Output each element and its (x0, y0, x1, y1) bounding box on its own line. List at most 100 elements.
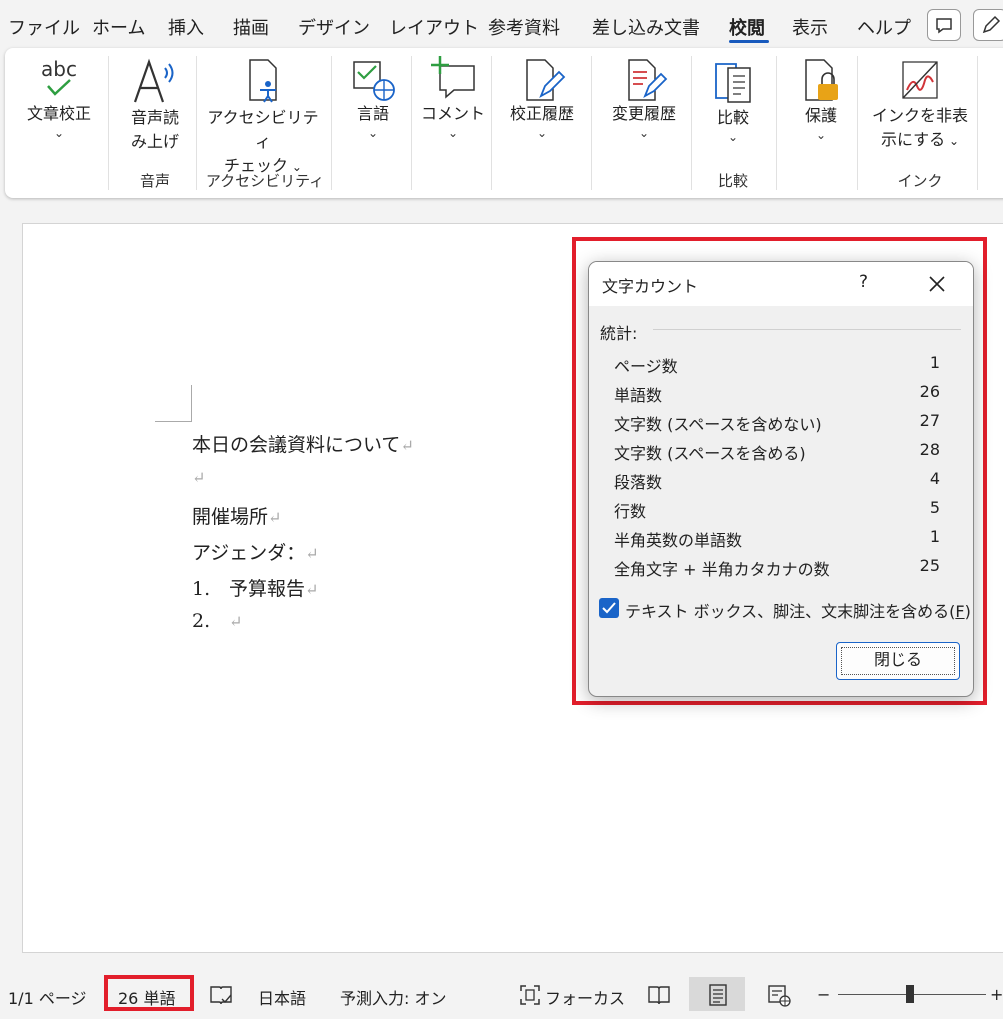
chevron-down-icon: ⌄ (447, 126, 459, 140)
spelling-label: 文章校正 (26, 104, 91, 123)
group-label-accessibility: アクセシビリティ (205, 172, 325, 190)
page-count[interactable]: 1/1 ページ (8, 985, 87, 1009)
ribbon-tabs: ファイル ホーム 挿入 描画 デザイン レイアウト 参考資料 差し込み文書 校閲… (0, 0, 1003, 48)
language-button[interactable]: 言語 ⌄ (337, 56, 409, 140)
include-textboxes-checkbox[interactable] (599, 598, 619, 618)
read-aloud-label-2: み上げ (130, 132, 179, 151)
tab-review[interactable]: 校閲 (729, 14, 765, 40)
tab-help[interactable]: ヘルプ (857, 14, 911, 40)
close-dialog-button[interactable]: 閉じる (836, 642, 960, 680)
tracking-label: 校正履歴 (509, 104, 574, 123)
new-comment-icon (431, 56, 475, 99)
hide-ink-icon (902, 61, 938, 99)
divider (857, 56, 858, 190)
protect-button[interactable]: 保護 ⌄ (782, 56, 860, 142)
tab-layout[interactable]: レイアウト (389, 14, 479, 40)
paragraph-mark: ↵ (192, 468, 206, 487)
word-count-dialog: 文字カウント ? 統計: ページ数 1 単語数 26 文字数 (スペースを含めない)… (588, 261, 974, 697)
accessibility-icon (249, 59, 277, 103)
comment-label: コメント (420, 104, 485, 123)
accessibility-check-button[interactable]: アクセシビリティ チェック ⌄ (201, 56, 325, 179)
group-label-compare: 比較 (717, 172, 748, 190)
tracking-button[interactable]: 校正履歴 ⌄ (499, 56, 585, 140)
close-icon[interactable] (927, 274, 947, 294)
language-icon (353, 61, 395, 101)
list-number: 2. (192, 610, 211, 632)
read-aloud-label-1: 音声読 (130, 108, 179, 127)
svg-text:abc: abc (41, 57, 77, 81)
chevron-down-icon: ⌄ (536, 126, 548, 140)
highlight-box-word-count (104, 975, 194, 1011)
print-layout-icon[interactable] (705, 983, 731, 1007)
tab-insert[interactable]: 挿入 (168, 14, 204, 40)
document-line[interactable]: アジェンダ：↵ (192, 538, 319, 565)
document-line[interactable]: 本日の会議資料について↵ (192, 430, 414, 457)
compare-button[interactable]: 比較 ⌄ (697, 58, 769, 144)
predictive-input-status[interactable]: 予測入力: オン (340, 985, 446, 1009)
include-textboxes-label[interactable]: テキスト ボックス、脚注、文末脚注を含める(F) (625, 598, 971, 622)
divider (331, 56, 332, 190)
list-item[interactable]: 2. ↵ (192, 610, 242, 632)
chevron-down-icon: ⌄ (815, 128, 827, 142)
stat-row-fullwidth-chars: 全角文字 + 半角カタカナの数 25 (614, 556, 940, 579)
divider (776, 56, 777, 190)
chevron-down-icon: ⌄ (53, 126, 65, 140)
comments-pane-button[interactable] (927, 9, 961, 41)
divider (591, 56, 592, 190)
ink-label-2: 示にする (880, 130, 946, 149)
tab-design[interactable]: デザイン (298, 14, 370, 40)
tab-home[interactable]: ホーム (92, 14, 145, 40)
language-label: 言語 (356, 104, 389, 123)
divider (977, 56, 978, 190)
stat-row-chars-with-spaces: 文字数 (スペースを含める) 28 (614, 440, 940, 463)
divider (411, 56, 412, 190)
changes-label: 変更履歴 (611, 104, 676, 123)
document-line[interactable]: 開催場所↵ (192, 502, 281, 529)
tab-mailings[interactable]: 差し込み文書 (592, 14, 700, 40)
ribbon: abc 文章校正 ⌄ 音声読 み上げ アクセシビリティ チェック ⌄ 言語 ⌄ … (5, 48, 1003, 198)
dialog-title-bar[interactable]: 文字カウント ? (589, 262, 973, 306)
divider (491, 56, 492, 190)
accessibility-label-1: アクセシビリティ (207, 108, 319, 151)
paragraph-mark: ↵ (268, 508, 282, 527)
paragraph-mark: ↵ (305, 580, 319, 599)
chevron-down-icon: ⌄ (638, 126, 650, 140)
tab-references[interactable]: 参考資料 (488, 14, 560, 40)
margin-crop-mark (155, 385, 192, 422)
accept-changes-icon (628, 59, 668, 101)
tab-view[interactable]: 表示 (792, 14, 828, 40)
spelling-button[interactable]: abc 文章校正 ⌄ (17, 56, 101, 140)
focus-icon[interactable] (518, 983, 542, 1007)
proofing-icon[interactable] (208, 983, 234, 1007)
focus-button[interactable]: フォーカス (545, 985, 625, 1009)
help-button[interactable]: ? (859, 272, 868, 292)
lock-icon (805, 59, 838, 101)
list-number: 1. (192, 578, 211, 600)
comment-icon (936, 18, 952, 34)
active-tab-indicator (729, 40, 769, 43)
tab-file[interactable]: ファイル (8, 14, 80, 40)
language-status[interactable]: 日本語 (258, 985, 306, 1009)
divider (108, 56, 109, 190)
read-mode-icon[interactable] (646, 983, 672, 1007)
list-item[interactable]: 1. 予算報告↵ (192, 574, 318, 601)
hide-ink-button[interactable]: インクを非表 示にする ⌄ (865, 56, 975, 153)
zoom-out-button[interactable]: − (817, 985, 830, 1004)
pencil-icon (982, 15, 1001, 34)
compare-label: 比較 (716, 108, 749, 127)
spellcheck-icon: abc (41, 57, 77, 96)
web-layout-icon[interactable] (766, 983, 792, 1007)
document-line[interactable]: ↵ (192, 466, 205, 488)
read-aloud-button[interactable]: 音声読 み上げ (117, 56, 193, 154)
changes-button[interactable]: 変更履歴 ⌄ (599, 56, 689, 140)
zoom-slider-thumb[interactable] (906, 985, 914, 1003)
read-aloud-icon (133, 58, 174, 103)
group-label-ink: インク (897, 172, 943, 190)
paragraph-mark: ↵ (400, 436, 414, 455)
tab-draw[interactable]: 描画 (233, 14, 269, 40)
paragraph-mark: ↵ (229, 612, 243, 631)
editing-mode-button[interactable] (973, 9, 1003, 41)
comment-button[interactable]: コメント ⌄ (417, 52, 489, 140)
zoom-in-button[interactable]: + (990, 985, 1003, 1004)
stat-row-words: 単語数 26 (614, 382, 940, 405)
